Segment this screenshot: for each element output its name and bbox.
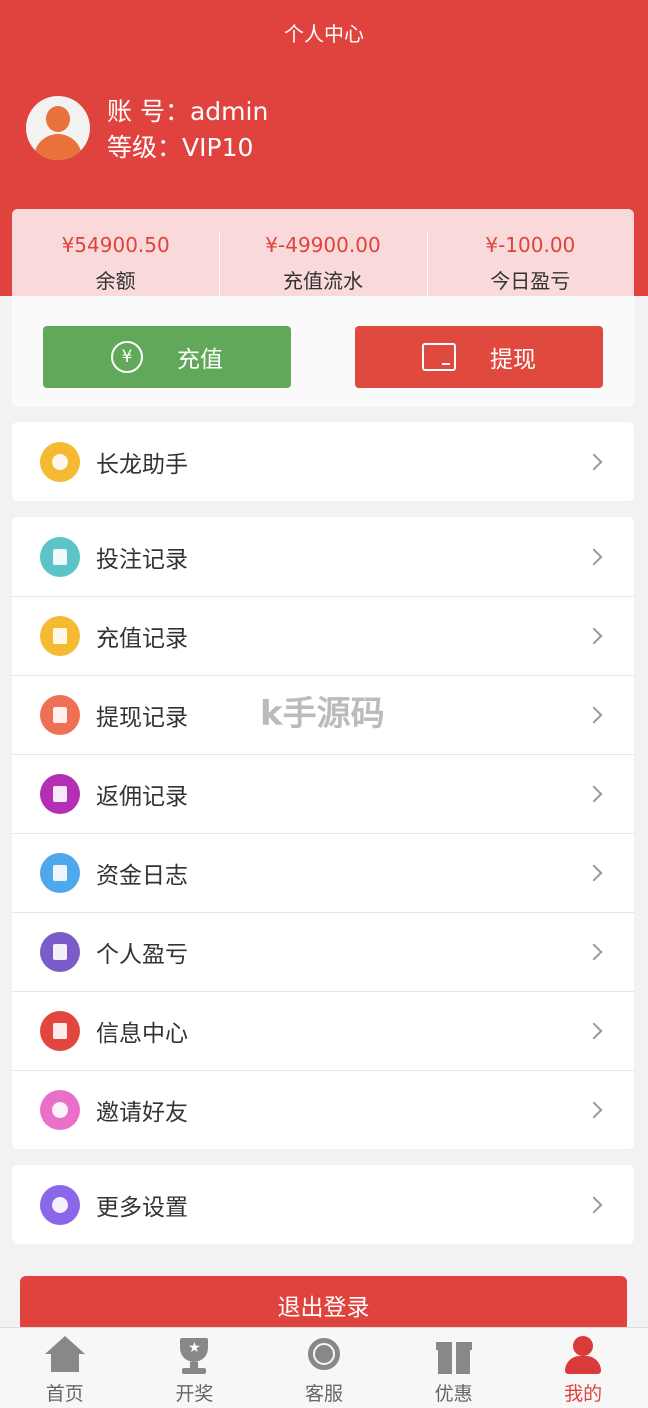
- chevron-right-icon: [585, 943, 603, 961]
- tab-lottery-results[interactable]: ★ 开奖: [130, 1328, 260, 1408]
- menu-item-invite-friends[interactable]: 邀请好友: [12, 1070, 634, 1149]
- menu-item-rebate-records[interactable]: 返佣记录: [12, 754, 634, 833]
- avatar-body-shape: [34, 134, 82, 160]
- menu-item-recharge-records[interactable]: 充值记录: [12, 596, 634, 675]
- menu-item-label: 长龙助手: [96, 451, 188, 478]
- menu-item-label: 邀请好友: [96, 1100, 188, 1126]
- menu-item-message-center[interactable]: 信息中心: [12, 991, 634, 1070]
- stat-value: ¥54900.50: [61, 233, 170, 257]
- tab-home[interactable]: 首页: [0, 1328, 130, 1408]
- stats-bar: ¥54900.50 余额 ¥-49900.00 充值流水 ¥-100.00 今日…: [12, 209, 634, 296]
- chevron-right-icon: [585, 627, 603, 645]
- trophy-icon: ★: [172, 1336, 216, 1376]
- withdraw-button[interactable]: 提现: [355, 326, 603, 388]
- card-icon: [40, 695, 80, 735]
- log-icon: [40, 853, 80, 893]
- clipboard-icon: [40, 536, 80, 577]
- mail-icon: [40, 1011, 80, 1051]
- stat-label: 充值流水: [282, 269, 363, 293]
- tab-label: 首页: [45, 1383, 84, 1405]
- recharge-label: 充值: [177, 347, 223, 373]
- menu-item-dragon-helper[interactable]: 长龙助手: [12, 422, 634, 501]
- tab-customer-service[interactable]: 客服: [259, 1328, 389, 1408]
- stat-balance: ¥54900.50 余额: [12, 209, 219, 296]
- stat-label: 今日盈亏: [490, 269, 571, 293]
- account-value: admin: [189, 97, 269, 126]
- menu-item-personal-profit[interactable]: 个人盈亏: [12, 912, 634, 991]
- settings-grid-icon: [40, 1184, 80, 1225]
- stat-recharge-flow: ¥-49900.00 充值流水: [219, 209, 426, 296]
- page-title: 个人中心: [284, 22, 364, 46]
- withdraw-label: 提现: [490, 347, 536, 373]
- ledger-icon: [40, 774, 80, 814]
- chevron-right-icon: [585, 1022, 603, 1040]
- yen-coin-icon: ¥: [111, 341, 143, 373]
- gift-icon: [432, 1336, 476, 1376]
- chevron-right-icon: [585, 453, 603, 470]
- stat-value: ¥-49900.00: [265, 233, 381, 257]
- home-icon: [43, 1336, 87, 1376]
- menu-group-tools: 长龙助手: [12, 422, 634, 501]
- level-line: 等级：VIP10: [107, 128, 253, 164]
- wallet-card: ¥54900.50 余额 ¥-49900.00 充值流水 ¥-100.00 今日…: [12, 209, 634, 407]
- bar-chart-icon: [40, 932, 80, 972]
- document-icon: [40, 616, 80, 656]
- lightbulb-icon: [40, 441, 80, 482]
- chevron-right-icon: [585, 1196, 603, 1213]
- tab-label: 开奖: [175, 1383, 214, 1405]
- chevron-right-icon: [585, 1101, 603, 1119]
- recharge-button[interactable]: ¥ 充值: [43, 326, 291, 388]
- stat-label: 余额: [95, 269, 136, 293]
- chevron-right-icon: [585, 864, 603, 882]
- level-value: VIP10: [182, 133, 254, 162]
- chevron-right-icon: [585, 785, 603, 803]
- menu-group-records: 投注记录 充值记录 提现记录 返佣记录 资金日志 个人盈亏 信息中心 邀请好友: [12, 517, 634, 1149]
- menu-item-label: 返佣记录: [96, 784, 188, 810]
- stat-value: ¥-100.00: [485, 233, 576, 257]
- wallet-icon: [422, 343, 456, 371]
- avatar[interactable]: [26, 96, 90, 160]
- menu-item-label: 资金日志: [96, 863, 188, 889]
- menu-item-label: 投注记录: [96, 546, 188, 573]
- stat-today-profit: ¥-100.00 今日盈亏: [426, 209, 634, 296]
- account-label: 账 号：: [107, 97, 190, 126]
- menu-item-more-settings[interactable]: 更多设置: [12, 1165, 634, 1244]
- avatar-head-shape: [46, 106, 70, 132]
- user-icon: [561, 1336, 605, 1376]
- menu-item-label: 信息中心: [96, 1021, 188, 1047]
- menu-item-label: 个人盈亏: [96, 942, 188, 968]
- tab-label: 我的: [564, 1383, 603, 1405]
- tab-me[interactable]: 我的: [518, 1328, 648, 1408]
- tab-promotions[interactable]: 优惠: [389, 1328, 519, 1408]
- menu-item-bet-records[interactable]: 投注记录: [12, 517, 634, 596]
- level-label: 等级：: [107, 133, 183, 162]
- menu-item-label: 更多设置: [96, 1194, 188, 1221]
- menu-item-label: 提现记录: [96, 705, 188, 731]
- menu-group-settings: 更多设置: [12, 1165, 634, 1244]
- headset-icon: [302, 1336, 346, 1376]
- account-line: 账 号：admin: [107, 92, 268, 128]
- tab-label: 客服: [304, 1383, 343, 1405]
- menu-item-fund-log[interactable]: 资金日志: [12, 833, 634, 912]
- bottom-tab-bar: 首页 ★ 开奖 客服 优惠 我的: [0, 1327, 648, 1408]
- invite-icon: [40, 1090, 80, 1130]
- menu-item-label: 充值记录: [96, 626, 188, 652]
- tab-label: 优惠: [434, 1383, 473, 1405]
- chevron-right-icon: [585, 706, 603, 724]
- watermark: k手源码: [260, 694, 385, 734]
- chevron-right-icon: [585, 548, 603, 565]
